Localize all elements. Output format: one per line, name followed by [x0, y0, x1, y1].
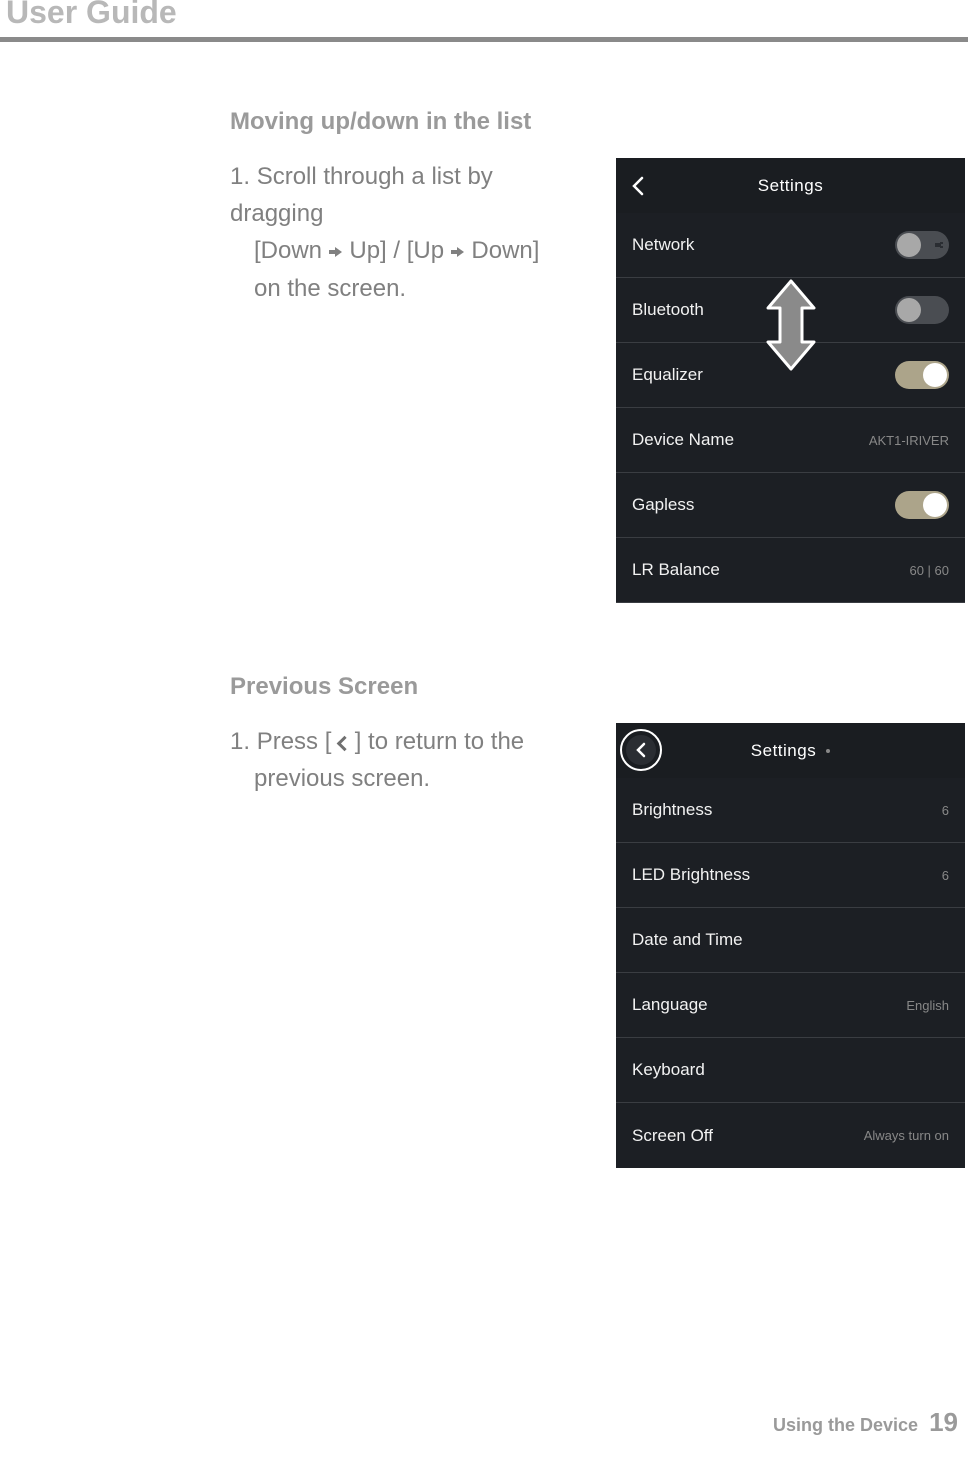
- plug-icon: [935, 240, 943, 250]
- row-led-brightness[interactable]: LED Brightness 6: [616, 843, 965, 908]
- chapter-name: Using the Device: [773, 1415, 918, 1435]
- row-screen-off[interactable]: Screen Off Always turn on: [616, 1103, 965, 1168]
- step-number: 1.: [230, 728, 250, 755]
- row-brightness[interactable]: Brightness 6: [616, 778, 965, 843]
- text-line: Down]: [465, 237, 540, 264]
- row-label: Network: [632, 235, 694, 255]
- row-label: Keyboard: [632, 1060, 705, 1080]
- toggle-knob: [897, 233, 921, 257]
- text-line: previous screen.: [230, 760, 430, 797]
- phone-mock-settings-1: Settings Network Bluetooth Equalizer Dev…: [616, 158, 965, 603]
- row-label: Bluetooth: [632, 300, 704, 320]
- row-value: English: [906, 998, 949, 1013]
- arrow-right-icon: [329, 247, 343, 257]
- toggle-gapless[interactable]: [895, 491, 949, 519]
- row-label: Date and Time: [632, 930, 743, 950]
- phone-header: Settings: [616, 723, 965, 778]
- instruction-scroll: 1. Scroll through a list by dragging [Do…: [230, 158, 616, 603]
- phone-title: Settings: [616, 176, 965, 196]
- chevron-left-icon: [635, 742, 647, 758]
- arrow-right-icon: [451, 247, 465, 257]
- row-value: Always turn on: [864, 1128, 949, 1143]
- section-heading-scroll: Moving up/down in the list: [230, 108, 965, 136]
- phone-title: Settings: [616, 741, 965, 761]
- back-button[interactable]: [630, 176, 648, 196]
- row-label: Device Name: [632, 430, 734, 450]
- indicator-dot-icon: [826, 749, 830, 753]
- row-label: Language: [632, 995, 708, 1015]
- phone-header: Settings: [616, 158, 965, 213]
- row-label: LED Brightness: [632, 865, 750, 885]
- scroll-updown-icon: [762, 278, 820, 372]
- page-number: 19: [929, 1407, 958, 1437]
- row-language[interactable]: Language English: [616, 973, 965, 1038]
- row-value: 60 | 60: [909, 563, 949, 578]
- chevron-left-icon: [338, 736, 348, 750]
- text-line: ] to return to the: [348, 728, 524, 755]
- phone-mock-settings-2: Settings Brightness 6 LED Brightness 6 D…: [616, 723, 965, 1168]
- chevron-left-icon: [630, 176, 648, 196]
- row-keyboard[interactable]: Keyboard: [616, 1038, 965, 1103]
- text-line: [Down: [254, 237, 329, 264]
- row-lr-balance[interactable]: LR Balance 60 | 60: [616, 538, 965, 603]
- page-footer: Using the Device 19: [773, 1407, 958, 1438]
- toggle-bluetooth[interactable]: [895, 296, 949, 324]
- text-line: Up] / [Up: [343, 237, 451, 264]
- toggle-network[interactable]: [895, 231, 949, 259]
- text-line: Press [: [257, 728, 338, 755]
- step-number: 1.: [230, 163, 250, 190]
- row-label: Brightness: [632, 800, 712, 820]
- row-network[interactable]: Network: [616, 213, 965, 278]
- toggle-knob: [897, 298, 921, 322]
- row-date-time[interactable]: Date and Time: [616, 908, 965, 973]
- row-label: Equalizer: [632, 365, 703, 385]
- toggle-knob: [923, 363, 947, 387]
- text-line: Scroll through a list by dragging: [230, 163, 493, 227]
- text-line: on the screen.: [230, 270, 406, 307]
- toggle-equalizer[interactable]: [895, 361, 949, 389]
- doc-title: User Guide: [0, 0, 968, 42]
- row-device-name[interactable]: Device Name AKT1-IRIVER: [616, 408, 965, 473]
- row-value: AKT1-IRIVER: [869, 433, 949, 448]
- row-value: 6: [942, 803, 949, 818]
- toggle-knob: [923, 493, 947, 517]
- instruction-previous: 1. Press [ ] to return to the previous s…: [230, 723, 616, 1168]
- section-heading-previous: Previous Screen: [230, 673, 965, 701]
- row-label: Screen Off: [632, 1126, 713, 1146]
- row-value: 6: [942, 868, 949, 883]
- row-gapless[interactable]: Gapless: [616, 473, 965, 538]
- back-button-highlighted[interactable]: [620, 729, 662, 771]
- row-label: Gapless: [632, 495, 694, 515]
- row-label: LR Balance: [632, 560, 720, 580]
